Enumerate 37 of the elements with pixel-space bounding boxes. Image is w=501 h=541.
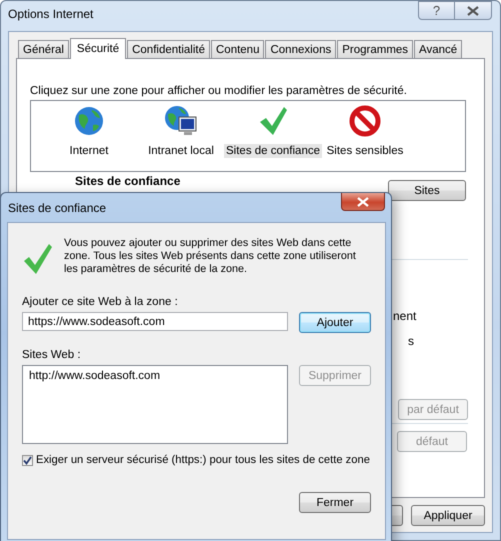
dialog-title: Sites de confiance [8, 201, 106, 215]
tab[interactable]: Confidentialité [127, 40, 210, 58]
level-text: nent [393, 309, 416, 323]
prohibited-icon[interactable] [349, 105, 381, 137]
close-icon [357, 196, 369, 206]
url-input-field[interactable]: https://www.sodeasoft.com [22, 312, 288, 331]
close-button[interactable] [341, 193, 385, 211]
checkbox[interactable] [22, 454, 33, 466]
sites-button[interactable]: Sites [388, 180, 466, 201]
instruction-text: Cliquez sur une zone pour afficher ou modifier les paramètres de sécurité. [30, 85, 408, 97]
help-button[interactable]: ? [418, 1, 455, 20]
zone-title: Sites de confiance [75, 174, 180, 188]
zone-label[interactable]: Intranet local [146, 144, 216, 158]
level-text: s [408, 334, 414, 348]
zone-label[interactable]: Sites de confiance [224, 144, 322, 158]
close-dialog-button[interactable]: Fermer [299, 492, 371, 513]
tab[interactable]: Programmes [337, 40, 414, 58]
tab[interactable]: Avancé [414, 40, 462, 58]
tab[interactable]: Contenu [211, 40, 264, 58]
globe-monitor-icon[interactable] [164, 105, 198, 137]
apply-button[interactable]: Appliquer [411, 505, 485, 526]
zone-label[interactable]: Sites sensibles [324, 144, 406, 158]
tab[interactable]: Général [18, 40, 69, 58]
checkmark-icon [22, 243, 54, 275]
add-button[interactable]: Ajouter [299, 312, 371, 333]
list-label: Sites Web : [22, 349, 82, 361]
globe-icon[interactable] [73, 105, 105, 137]
checkbox-label[interactable]: Exiger un serveur sécurisé (https:) pour tous les sites de cette zone [36, 454, 370, 466]
zone-label[interactable]: Internet [68, 144, 110, 158]
window-title: Options Internet [8, 7, 94, 21]
tab[interactable]: Connexions [265, 40, 336, 58]
site-list-item[interactable]: http://www.sodeasoft.com [29, 370, 281, 382]
close-button[interactable] [455, 1, 492, 20]
description-text: Vous pouvez ajouter ou supprimer des sites Web dans cette zone. Tous les sites Web présents dans cette zone utiliseront les paramètres de sécurité de la zone. [64, 237, 357, 276]
tab[interactable]: Sécurité [70, 38, 126, 59]
field-label: Ajouter ce site Web à la zone : [22, 296, 179, 308]
close-icon [467, 6, 479, 16]
